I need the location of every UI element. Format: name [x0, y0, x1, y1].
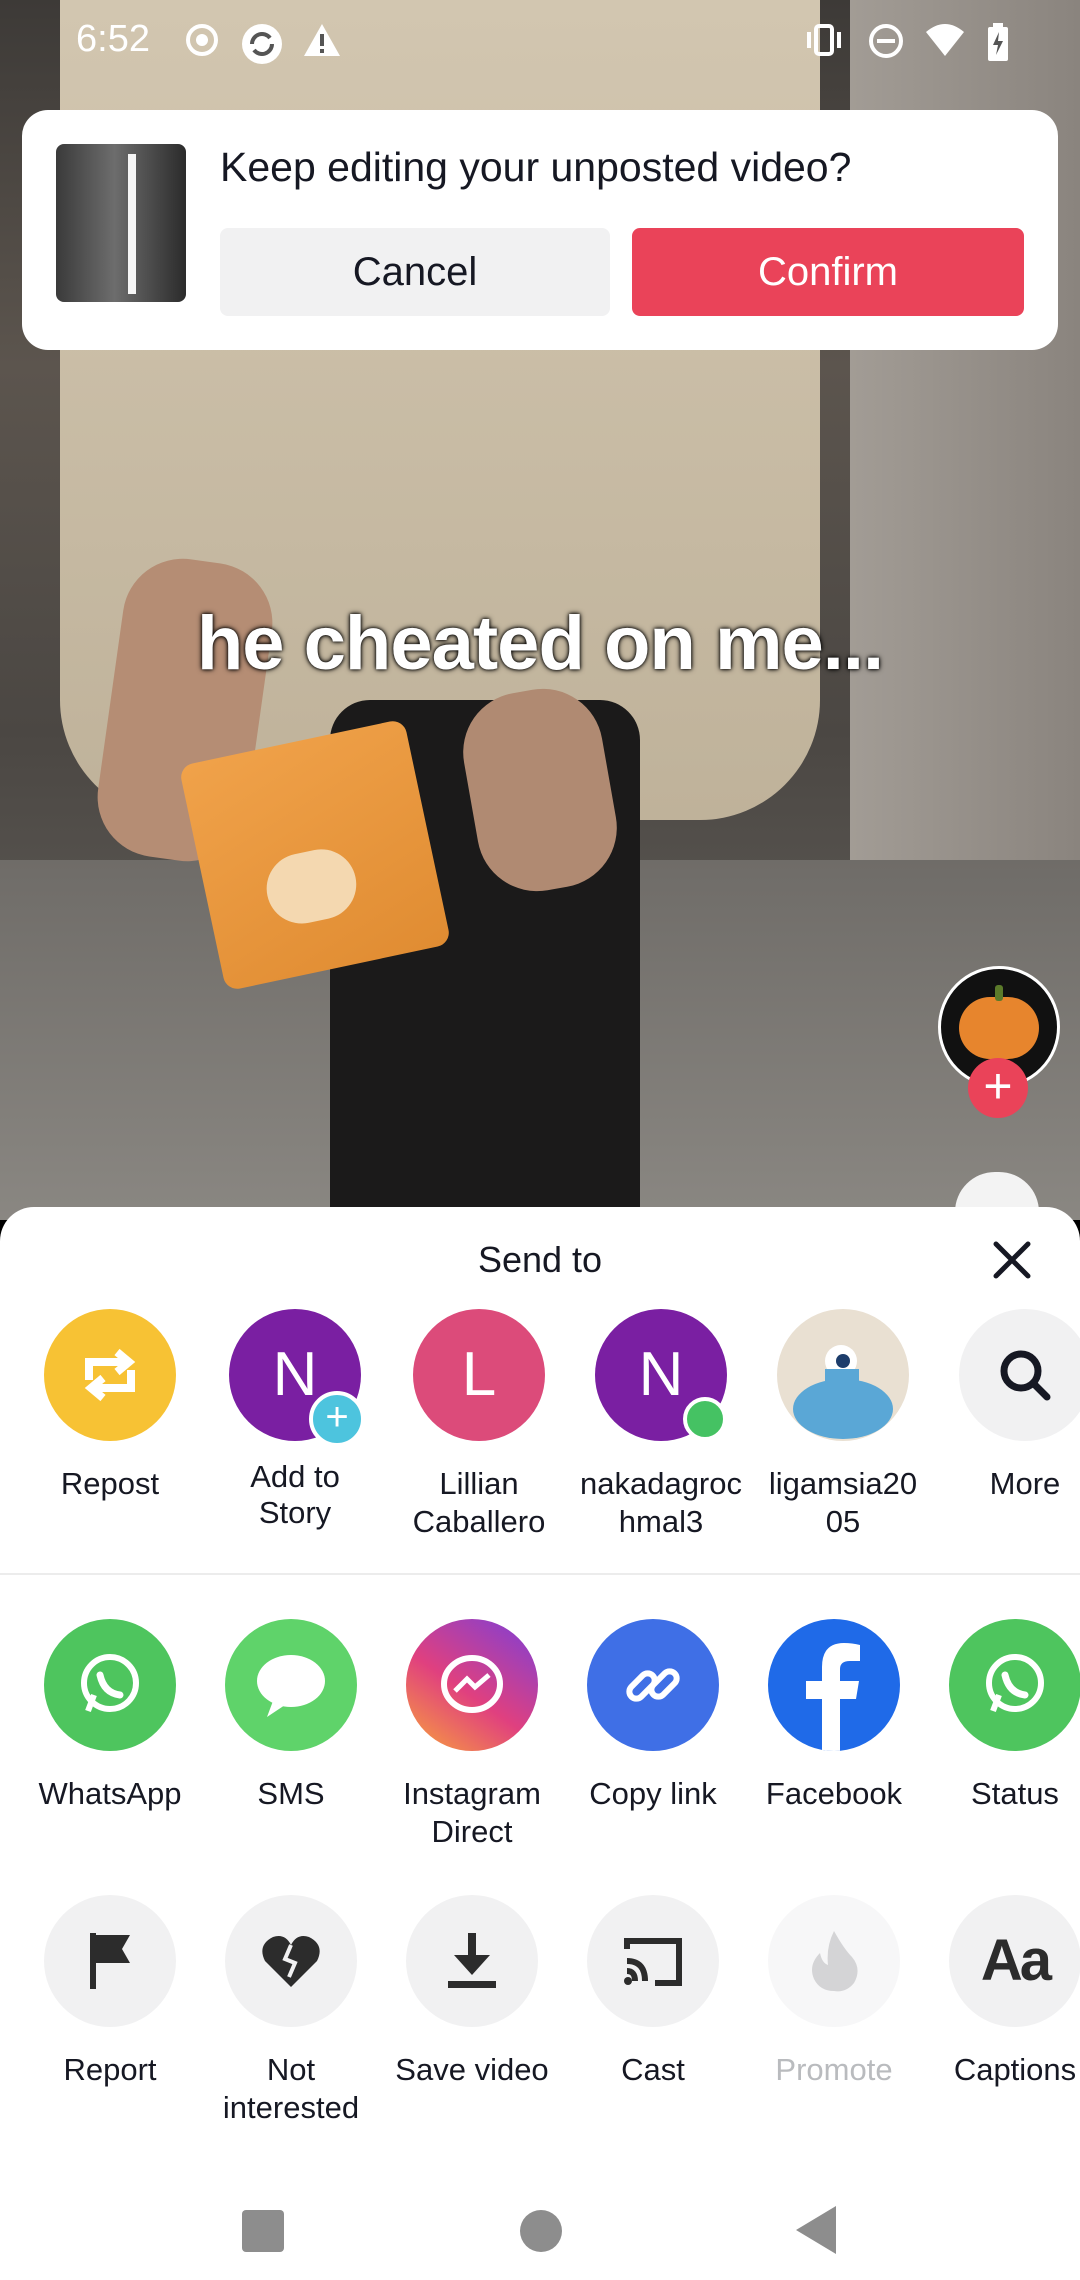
back-button[interactable] — [796, 2206, 836, 2254]
app-label: Copy link — [589, 1776, 717, 1811]
messenger-icon — [406, 1619, 538, 1751]
actions-row: Report Not interested Save video Cast Pr… — [0, 1895, 1080, 2135]
share-whatsapp[interactable]: WhatsApp — [19, 1619, 201, 1813]
avatar: N + — [229, 1309, 365, 1447]
avatar: N — [595, 1309, 727, 1441]
battery-charging-icon — [978, 22, 1018, 62]
share-instagram-direct[interactable]: Instagram Direct — [381, 1619, 563, 1851]
download-icon — [406, 1895, 538, 2027]
contact-label: Repost — [60, 1466, 160, 1501]
report-button[interactable]: Report — [19, 1895, 201, 2089]
action-label: Promote — [775, 2052, 893, 2087]
repost-button[interactable]: Repost — [19, 1309, 201, 1503]
thumbnail-light — [128, 154, 136, 294]
status-bar: 6:52 — [0, 0, 1080, 86]
flame-icon — [768, 1895, 900, 2027]
contact-label: nakadagroc hmal3 — [579, 1466, 742, 1539]
contact-label: ligamsia20 05 — [768, 1466, 918, 1539]
search-icon — [959, 1309, 1080, 1441]
avatar: L — [413, 1309, 545, 1441]
box-face — [260, 842, 363, 931]
cancel-button[interactable]: Cancel — [220, 228, 610, 316]
app-label: WhatsApp — [38, 1776, 182, 1811]
system-navigation-bar — [0, 2160, 1080, 2280]
contact-ligamsia2005[interactable]: ligamsia20 05 — [752, 1309, 934, 1541]
online-status-icon — [683, 1397, 727, 1441]
add-to-story-button[interactable]: N + Add to Story — [204, 1309, 386, 1531]
link-icon — [587, 1619, 719, 1751]
action-label: Not interested — [222, 2052, 360, 2125]
promote-button: Promote — [743, 1895, 925, 2089]
more-contacts-button[interactable]: More — [934, 1309, 1080, 1503]
broken-heart-icon — [225, 1895, 357, 2027]
status-time: 6:52 — [76, 18, 150, 60]
captions-icon: Aa — [949, 1895, 1080, 2027]
flag-icon — [44, 1895, 176, 2027]
contact-label: Add to Story — [250, 1459, 340, 1530]
plus-icon: + — [309, 1391, 365, 1447]
share-sms[interactable]: SMS — [200, 1619, 382, 1813]
contact-label: Lillian Caballero — [412, 1466, 546, 1539]
draft-banner: Keep editing your unposted video? Cancel… — [22, 110, 1058, 350]
share-facebook[interactable]: Facebook — [743, 1619, 925, 1813]
banner-title: Keep editing your unposted video? — [220, 144, 852, 190]
action-label: Cast — [621, 2052, 685, 2087]
contacts-row: Repost N + Add to Story L Lillian Caball… — [0, 1309, 1080, 1549]
home-button[interactable] — [520, 2210, 562, 2252]
draft-thumbnail[interactable] — [56, 144, 186, 302]
video-caption: he cheated on me... — [196, 601, 884, 686]
dnd-icon — [866, 22, 906, 62]
captions-button[interactable]: Aa Captions — [924, 1895, 1080, 2089]
record-icon — [182, 22, 222, 62]
divider — [0, 1573, 1080, 1575]
confirm-button[interactable]: Confirm — [632, 228, 1024, 316]
recents-button[interactable] — [242, 2210, 284, 2252]
app-label: Facebook — [765, 1776, 903, 1811]
sms-icon — [225, 1619, 357, 1751]
copy-link-button[interactable]: Copy link — [562, 1619, 744, 1813]
action-label: Report — [63, 2052, 157, 2087]
share-status[interactable]: Status — [924, 1619, 1080, 1813]
save-video-button[interactable]: Save video — [381, 1895, 563, 2089]
contact-label: More — [989, 1466, 1061, 1501]
contact-nakadagrochmal3[interactable]: N nakadagroc hmal3 — [570, 1309, 752, 1541]
cast-button[interactable]: Cast — [562, 1895, 744, 2089]
action-label: Captions — [953, 2052, 1077, 2087]
close-icon[interactable] — [984, 1235, 1040, 1291]
vibrate-icon — [804, 22, 844, 62]
cast-icon — [587, 1895, 719, 2027]
follow-button[interactable]: + — [968, 1058, 1028, 1118]
contact-lillian-caballero[interactable]: L Lillian Caballero — [388, 1309, 570, 1541]
facebook-icon — [768, 1619, 900, 1751]
avatar — [777, 1309, 909, 1441]
sync-icon — [240, 22, 282, 64]
app-label: SMS — [257, 1776, 325, 1811]
app-label: Instagram Direct — [403, 1776, 541, 1849]
warning-icon — [302, 22, 342, 62]
wifi-icon — [924, 22, 964, 62]
action-label: Save video — [395, 2052, 549, 2087]
pumpkin-icon — [959, 997, 1039, 1059]
sheet-title: Send to — [477, 1239, 603, 1280]
video-box — [178, 718, 452, 992]
whatsapp-icon — [949, 1619, 1080, 1751]
share-sheet: Send to Repost N + Add to Story L Lillia… — [0, 1207, 1080, 2280]
share-apps-row: WhatsApp SMS Instagram Direct Copy link … — [0, 1619, 1080, 1859]
repost-icon — [44, 1309, 176, 1441]
pumpkin-stem — [995, 985, 1003, 1001]
not-interested-button[interactable]: Not interested — [200, 1895, 382, 2127]
whatsapp-icon — [44, 1619, 176, 1751]
app-label: Status — [971, 1776, 1059, 1811]
